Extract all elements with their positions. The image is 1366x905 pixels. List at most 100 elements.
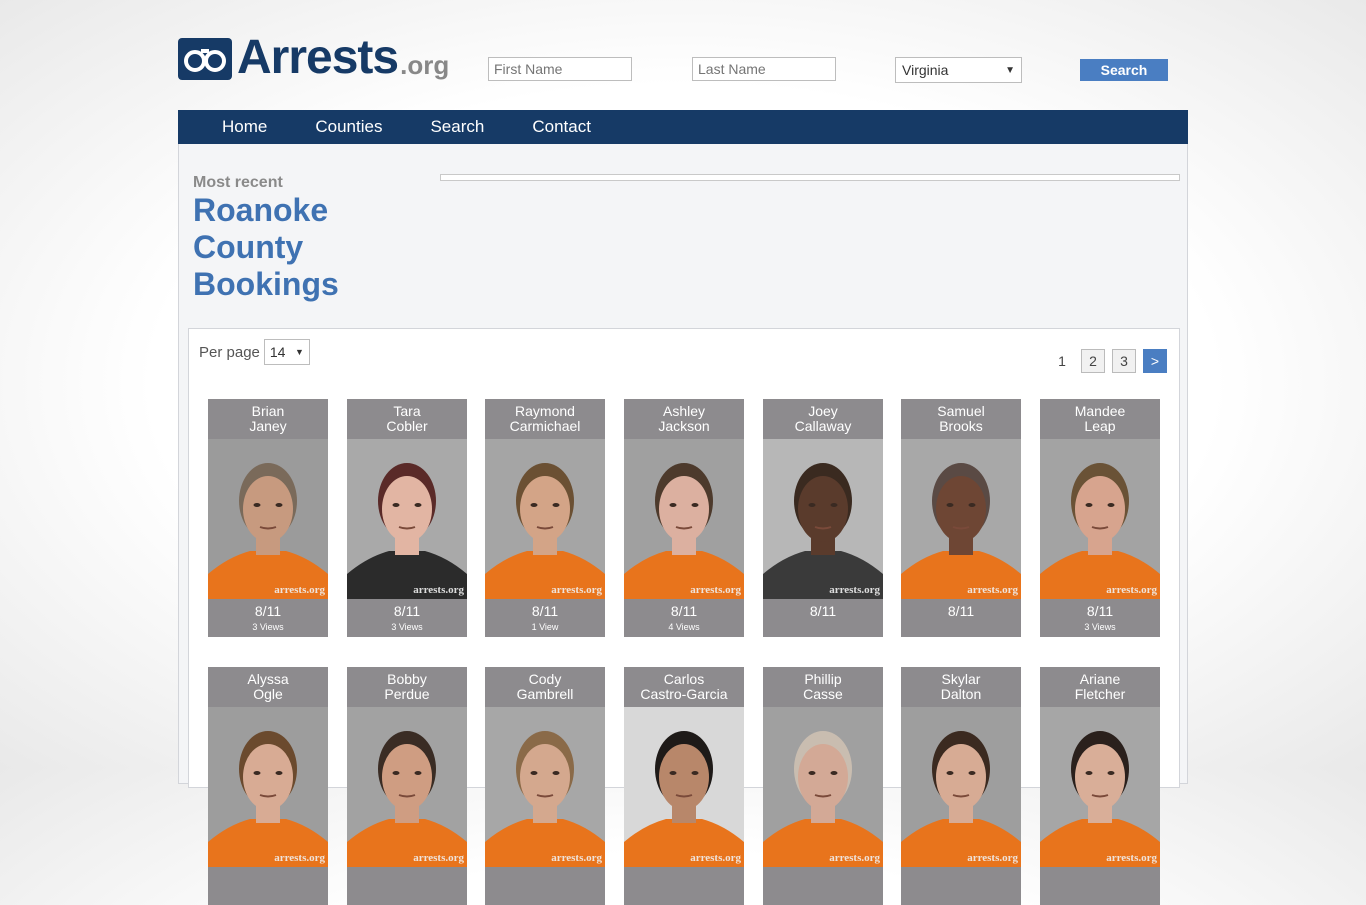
view-count: 1 View <box>531 622 559 632</box>
mugshot-photo[interactable]: arrests.org <box>763 707 883 867</box>
last-name: Castro-Garcia <box>640 686 728 702</box>
main-nav: Home Counties Search Contact <box>178 110 1188 144</box>
booking-card[interactable]: Carlos Castro-Garcia arrests.org <box>624 667 744 905</box>
nav-contact[interactable]: Contact <box>532 110 591 144</box>
page-link-2[interactable]: 2 <box>1081 349 1105 373</box>
booking-card[interactable]: Alyssa Ogle arrests.org <box>208 667 328 905</box>
booking-name: Mandee Leap <box>1040 399 1160 439</box>
booking-card[interactable]: Mandee Leap arrests.org 8/11 3 Views <box>1040 399 1160 637</box>
booking-date: 8/11 <box>670 603 698 619</box>
page-title: Roanoke County Bookings <box>193 192 339 302</box>
photo-watermark: arrests.org <box>413 584 464 596</box>
mugshot-illustration <box>763 707 883 867</box>
view-count: 3 Views <box>1084 622 1116 632</box>
booking-name: Bobby Perdue <box>347 667 467 707</box>
mugshot-illustration <box>624 707 744 867</box>
handcuffs-logo-icon <box>178 38 232 80</box>
mugshot-photo[interactable]: arrests.org <box>1040 707 1160 867</box>
mugshot-illustration <box>485 439 605 599</box>
nav-search[interactable]: Search <box>430 110 484 144</box>
photo-watermark: arrests.org <box>274 584 325 596</box>
nav-home[interactable]: Home <box>222 110 267 144</box>
booking-card[interactable]: Brian Janey arrests.org 8/11 3 Views <box>208 399 328 637</box>
per-page-value: 14 <box>269 344 286 360</box>
mugshot-photo[interactable]: arrests.org <box>347 707 467 867</box>
per-page-control: Per page 14 ▼ <box>199 339 310 365</box>
booking-date: 8/11 <box>531 603 559 619</box>
mugshot-illustration <box>901 707 1021 867</box>
site-header: Arrests .org Virginia ▼ Search <box>178 30 1188 100</box>
mugshot-photo[interactable]: arrests.org <box>901 707 1021 867</box>
booking-card[interactable]: Tara Cobler arrests.org 8/11 3 Views <box>347 399 467 637</box>
photo-watermark: arrests.org <box>1106 584 1157 596</box>
view-count: 4 Views <box>668 622 700 632</box>
mugshot-photo[interactable]: arrests.org <box>1040 439 1160 599</box>
next-page-button[interactable]: > <box>1143 349 1167 373</box>
state-select[interactable]: Virginia ▼ <box>895 57 1022 83</box>
mugshot-photo[interactable]: arrests.org <box>208 439 328 599</box>
last-name: Jackson <box>658 418 710 434</box>
booking-card[interactable]: Skylar Dalton arrests.org <box>901 667 1021 905</box>
booking-date: 8/11 <box>947 603 975 619</box>
last-name: Brooks <box>939 418 983 434</box>
booking-card[interactable]: Ashley Jackson arrests.org 8/11 4 Views <box>624 399 744 637</box>
mugshot-illustration <box>901 439 1021 599</box>
per-page-label: Per page <box>199 343 260 361</box>
booking-card[interactable]: Samuel Brooks arrests.org 8/11 <box>901 399 1021 637</box>
last-name-input[interactable] <box>692 57 836 81</box>
mugshot-photo[interactable]: arrests.org <box>624 707 744 867</box>
mugshot-illustration <box>347 707 467 867</box>
first-name: Carlos <box>663 671 705 687</box>
booking-date: 8/11 <box>393 603 421 619</box>
first-name: Samuel <box>937 403 985 419</box>
bookings-panel: Per page 14 ▼ 1 2 3 > Brian Janey arrests.… <box>188 328 1180 905</box>
mugshot-photo[interactable]: arrests.org <box>901 439 1021 599</box>
booking-card[interactable]: Joey Callaway arrests.org 8/11 <box>763 399 883 637</box>
booking-card[interactable]: Ariane Fletcher arrests.org <box>1040 667 1160 905</box>
booking-card[interactable]: Phillip Casse arrests.org <box>763 667 883 905</box>
booking-name: Samuel Brooks <box>901 399 1021 439</box>
first-name: Ashley <box>662 403 706 419</box>
page-link-3[interactable]: 3 <box>1112 349 1136 373</box>
booking-name: Joey Callaway <box>763 399 883 439</box>
last-name: Fletcher <box>1074 686 1126 702</box>
mugshot-photo[interactable]: arrests.org <box>208 707 328 867</box>
search-button[interactable]: Search <box>1080 59 1168 81</box>
mugshot-photo[interactable]: arrests.org <box>485 707 605 867</box>
mugshot-photo[interactable]: arrests.org <box>624 439 744 599</box>
photo-watermark: arrests.org <box>967 852 1018 864</box>
last-name: Cobler <box>386 418 428 434</box>
mugshot-photo[interactable]: arrests.org <box>347 439 467 599</box>
mugshot-illustration <box>485 707 605 867</box>
view-count: 3 Views <box>252 622 284 632</box>
mugshot-photo[interactable]: arrests.org <box>485 439 605 599</box>
first-name-input[interactable] <box>488 57 632 81</box>
mugshot-photo[interactable]: arrests.org <box>763 439 883 599</box>
per-page-select[interactable]: 14 ▼ <box>263 339 310 365</box>
booking-name: Brian Janey <box>208 399 328 439</box>
mugshot-illustration <box>208 439 328 599</box>
first-name: Ariane <box>1079 671 1121 687</box>
mugshot-illustration <box>1040 439 1160 599</box>
booking-card[interactable]: Raymond Carmichael arrests.org 8/11 1 View <box>485 399 605 637</box>
page-eyebrow: Most recent <box>193 174 283 191</box>
main-content: Most recent Roanoke County Bookings Per … <box>178 144 1188 905</box>
photo-watermark: arrests.org <box>413 852 464 864</box>
first-name: Joey <box>808 403 838 419</box>
mugshot-illustration <box>208 707 328 867</box>
last-name: Dalton <box>940 686 982 702</box>
booking-name: Phillip Casse <box>763 667 883 707</box>
chevron-down-icon: ▼ <box>1005 64 1015 76</box>
site-logo[interactable]: Arrests .org <box>178 34 449 82</box>
photo-watermark: arrests.org <box>967 584 1018 596</box>
booking-card[interactable]: Cody Gambrell arrests.org <box>485 667 605 905</box>
booking-card[interactable]: Bobby Perdue arrests.org <box>347 667 467 905</box>
nav-counties[interactable]: Counties <box>315 110 382 144</box>
booking-name: Tara Cobler <box>347 399 467 439</box>
photo-watermark: arrests.org <box>829 584 880 596</box>
first-name: Bobby <box>387 671 427 687</box>
last-name: Perdue <box>384 686 430 702</box>
photo-watermark: arrests.org <box>690 584 741 596</box>
first-name: Brian <box>251 403 285 419</box>
last-name: Janey <box>249 418 287 434</box>
